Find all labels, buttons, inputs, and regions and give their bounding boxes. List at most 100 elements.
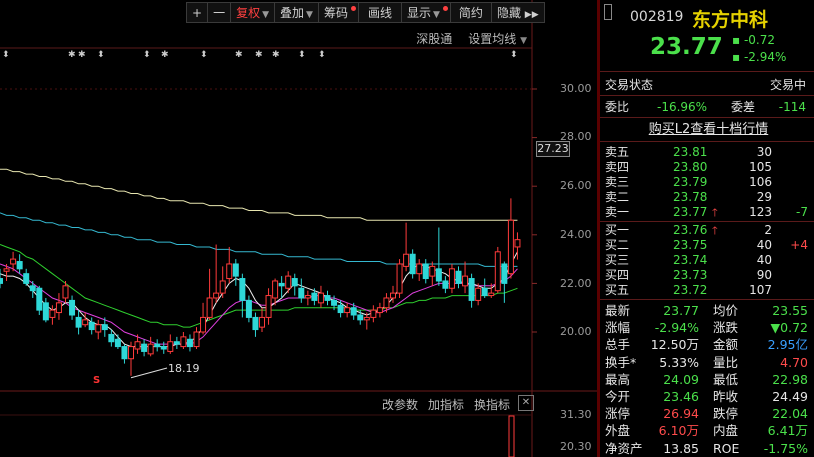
event-marker-icon: ⬍ <box>2 50 10 60</box>
bid-row[interactable]: 买二 23.75 40 +4 <box>605 238 812 253</box>
candle-body <box>304 295 311 299</box>
ma_mid-line <box>0 212 518 267</box>
kline-chart[interactable]: ⬍ ✱ ✱ ⬍ ⬍ ✱ ⬍ ✱ ✱ ✱ ⬍ ⬍ ⬍ <box>0 0 597 457</box>
stat-value: 24.49 <box>772 389 808 404</box>
market-link[interactable]: 深股通 <box>416 30 452 47</box>
candle-body <box>370 309 377 318</box>
stat-value: 13.85 <box>663 440 699 456</box>
event-marker-icon: ⬍ <box>298 50 306 60</box>
ask-price: 23.79 <box>673 175 708 189</box>
candle-body <box>108 333 115 343</box>
chip-button[interactable]: 筹码 <box>317 2 358 23</box>
bid-row[interactable]: 买一 23.76 🡑 2 <box>605 223 812 238</box>
candle-body <box>10 258 17 265</box>
candle-body <box>455 270 462 284</box>
ask-label: 卖三 <box>605 175 630 189</box>
candle-body <box>62 285 69 299</box>
candle-body <box>49 309 56 318</box>
ask-row[interactable]: 卖二 23.78 29 <box>605 190 812 205</box>
candle-body <box>481 287 488 297</box>
candle-body <box>42 302 49 321</box>
stat-label: ROE <box>713 440 740 456</box>
stat-label: 今开 <box>605 389 631 404</box>
stat-value: 6.10万 <box>658 423 699 439</box>
ask-volume: 29 <box>756 190 772 204</box>
weibi-label: 委比 <box>605 100 630 114</box>
event-marker-icon: ⬍ <box>510 50 518 60</box>
weibi-row: 委比 -16.96% 委差 -114 <box>605 99 812 115</box>
stat-value: 22.04 <box>772 406 808 422</box>
candle-body <box>16 261 23 270</box>
ask-row[interactable]: 卖一 23.77 🡑 123 -7 <box>605 205 812 220</box>
percent-change-value: -2.94% <box>743 50 787 64</box>
candle-body <box>285 275 292 289</box>
ask-volume: 123 <box>749 205 772 219</box>
ask-row[interactable]: 卖三 23.79 106 <box>605 175 812 190</box>
last-price: 23.77 <box>650 34 723 60</box>
bid-row[interactable]: 买三 23.74 40 <box>605 253 812 268</box>
candle-body <box>252 316 259 331</box>
price-change-value: -0.72 <box>743 33 776 47</box>
weibi-value: -16.96% <box>657 100 708 114</box>
ask-volume: 105 <box>749 160 772 174</box>
bid-volume: 2 <box>764 223 772 237</box>
add-indicator-button[interactable]: 加指标 <box>428 396 464 413</box>
zoom-in-button[interactable]: + <box>186 2 208 23</box>
hide-button[interactable]: 隐藏 ▶▶ <box>490 2 545 23</box>
candle-body <box>36 287 43 311</box>
separator <box>600 299 814 300</box>
display-button[interactable]: 显示 ▼ <box>400 2 450 23</box>
sub-y-axis-tick: 20.30 <box>560 440 592 453</box>
candle-body <box>206 297 213 318</box>
arrow-up-icon: 🡑 <box>712 224 718 237</box>
ma_long-line <box>0 168 518 221</box>
candle-body <box>298 287 305 299</box>
event-marker-icon: ✱ <box>161 50 169 60</box>
stat-value: -2.94% <box>654 320 699 336</box>
panel-handle-icon[interactable] <box>604 4 612 20</box>
candle-body <box>167 341 174 352</box>
stat-label: 金额 <box>713 337 739 353</box>
stat-row: 外盘 6.10万 内盘 6.41万 <box>605 422 812 439</box>
stat-value: 24.09 <box>663 371 699 387</box>
ask-row[interactable]: 卖四 23.80 105 <box>605 160 812 175</box>
adjust-button[interactable]: 复权 ▼ <box>230 2 275 23</box>
candle-body <box>226 263 233 280</box>
bid-row[interactable]: 买四 23.73 90 <box>605 268 812 283</box>
candle-body <box>363 316 370 321</box>
simple-button[interactable]: 简约 <box>449 2 491 23</box>
zoom-out-button[interactable]: 一 <box>207 2 231 23</box>
edit-params-button[interactable]: 改参数 <box>382 396 418 413</box>
candle-body <box>232 263 239 277</box>
ask-label: 卖一 <box>605 205 630 219</box>
weicha-label: 委差 <box>731 100 756 114</box>
ask-price: 23.78 <box>673 190 708 204</box>
event-marker-icon: ✱ <box>78 50 86 60</box>
adjust-label: 复权 <box>236 6 261 20</box>
candle-body <box>448 268 455 289</box>
price-change: ▪ -0.72 <box>732 33 775 47</box>
close-icon[interactable]: ✕ <box>518 395 534 411</box>
event-marker-icon: ✱ <box>255 50 263 60</box>
chip-label: 筹码 <box>323 6 348 20</box>
stat-row: 总手 12.50万 金额 2.95亿 <box>605 336 812 353</box>
candle-body <box>494 251 501 292</box>
draw-line-button[interactable]: 画线 <box>357 2 401 23</box>
candle-body <box>88 321 95 331</box>
buy-l2-link[interactable]: 购买L2查看十档行情 <box>649 122 769 137</box>
switch-indicator-button[interactable]: 换指标 <box>474 396 510 413</box>
y-axis-tick: 24.00 <box>560 228 592 241</box>
event-marker-icon: ⬍ <box>97 50 105 60</box>
ma-settings-button[interactable]: 设置均线 ▼ <box>468 30 527 47</box>
ma-settings-label: 设置均线 <box>468 32 517 46</box>
candle-body <box>488 292 495 297</box>
event-marker-icon: ✱ <box>68 50 76 60</box>
ask-row[interactable]: 卖五 23.81 30 <box>605 145 812 160</box>
bid-row[interactable]: 买五 23.72 107 <box>605 283 812 298</box>
kline-chart-area[interactable]: ⬍ ✱ ✱ ⬍ ⬍ ✱ ⬍ ✱ ✱ ✱ ⬍ ⬍ ⬍ + 一 复权 ▼ 叠加 ▼ 筹码 画线 显示 ▼ 简约 隐… <box>0 0 597 457</box>
overlay-button[interactable]: 叠加 ▼ <box>274 2 318 23</box>
bid-label: 买三 <box>605 253 630 267</box>
arrow-up-icon: 🡑 <box>712 206 718 219</box>
separator <box>600 141 814 142</box>
ask-label: 卖五 <box>605 145 630 159</box>
